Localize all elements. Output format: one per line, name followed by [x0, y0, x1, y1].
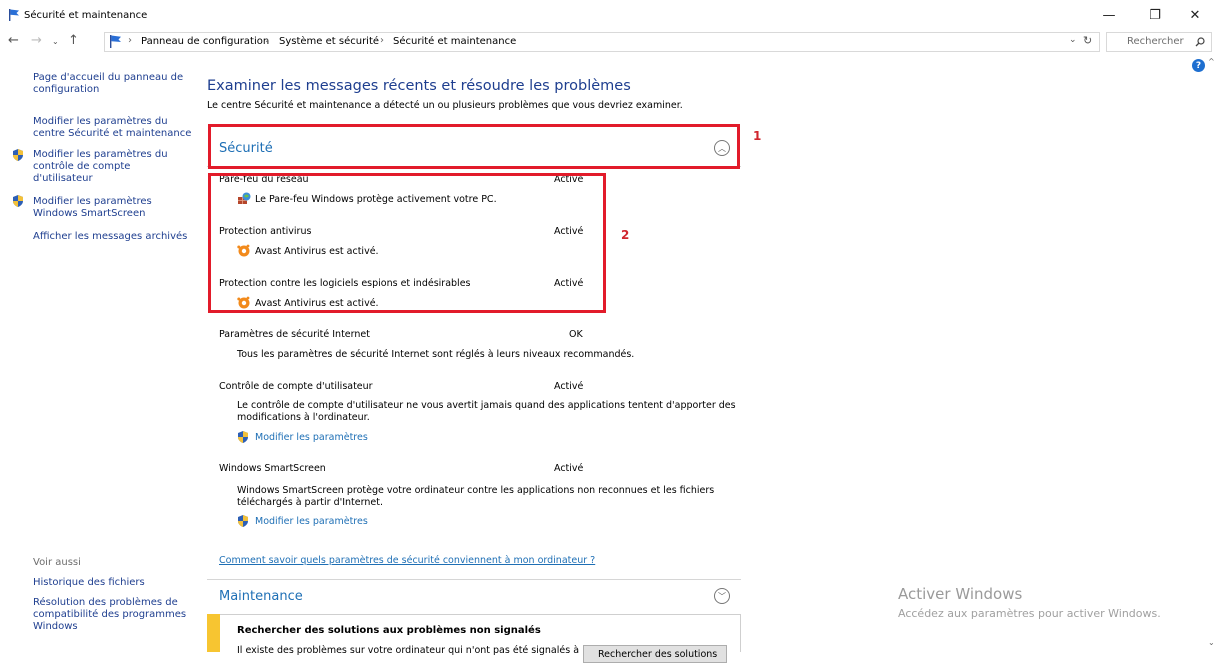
refresh-icon[interactable]: ↻	[1083, 34, 1092, 47]
uac-label: Contrôle de compte d'utilisateur	[219, 381, 373, 392]
breadcrumb-separator-icon: ›	[128, 35, 132, 46]
page-title: Examiner les messages récents et résoudr…	[207, 78, 631, 94]
smartscreen-description: téléchargés à partir d'Internet.	[237, 497, 383, 508]
internet-security-status: OK	[569, 329, 583, 340]
section-divider	[207, 579, 741, 580]
help-icon[interactable]: ?	[1192, 59, 1205, 72]
annotation-box-1	[208, 124, 740, 169]
maintenance-alert-text: Il existe des problèmes sur votre ordina…	[237, 645, 580, 656]
search-solutions-button[interactable]: Rechercher des solutions	[583, 645, 727, 663]
breadcrumb-separator-icon: ›	[380, 35, 384, 46]
maximize-button[interactable]: ❐	[1140, 4, 1170, 26]
close-icon: ✕	[1189, 7, 1201, 23]
scroll-down-icon[interactable]: ⌄	[1208, 638, 1215, 647]
uac-shield-icon	[238, 431, 248, 443]
sidebar-item-label: Résolution des problèmes de	[33, 597, 178, 608]
minimize-icon: —	[1102, 7, 1116, 23]
restore-icon: ❐	[1149, 7, 1161, 23]
sidebar-item-archived-messages[interactable]: Afficher les messages archivés	[33, 231, 187, 243]
breadcrumb-security-maintenance[interactable]: Sécurité et maintenance	[393, 36, 516, 47]
sidebar-link-compatibility-troubleshooter[interactable]: Résolution des problèmes de compatibilit…	[33, 597, 186, 633]
sidebar-item-label: configuration	[33, 84, 100, 95]
breadcrumb-control-panel[interactable]: Panneau de configuration	[141, 36, 269, 47]
smartscreen-description: Windows SmartScreen protège votre ordina…	[237, 485, 715, 496]
sidebar-item-label: Historique des fichiers	[33, 577, 145, 588]
sidebar-item-label: Modifier les paramètres du	[33, 149, 168, 160]
uac-change-settings-link[interactable]: Modifier les paramètres	[255, 432, 368, 443]
activation-watermark-text: Accédez aux paramètres pour activer Wind…	[898, 607, 1161, 620]
scroll-up-icon[interactable]: ^	[1208, 57, 1215, 66]
up-icon[interactable]: ↑	[68, 33, 79, 48]
smartscreen-label: Windows SmartScreen	[219, 463, 326, 474]
sidebar-item-label: d'utilisateur	[33, 173, 93, 184]
breadcrumb-separator-icon: ›	[265, 35, 269, 46]
address-bar[interactable]: › Panneau de configuration › Système et …	[104, 32, 1100, 52]
close-button[interactable]: ✕	[1180, 4, 1210, 26]
uac-shield-icon	[13, 195, 23, 207]
search-icon[interactable]	[1195, 37, 1205, 47]
search-solutions-label: Rechercher des solutions	[598, 649, 718, 660]
flag-icon	[9, 9, 19, 21]
sidebar-item-change-smartscreen-settings[interactable]: Modifier les paramètres Windows SmartScr…	[33, 196, 152, 220]
chevron-down-icon: ﹀	[718, 591, 726, 601]
see-also-heading: Voir aussi	[33, 557, 81, 568]
smartscreen-status: Activé	[554, 463, 584, 474]
page-description: Le centre Sécurité et maintenance a déte…	[207, 100, 683, 111]
annotation-label-1: 1	[753, 129, 762, 143]
sidebar-item-change-security-settings[interactable]: Modifier les paramètres du centre Sécuri…	[33, 116, 191, 140]
uac-shield-icon	[13, 149, 23, 161]
window-title: Sécurité et maintenance	[24, 10, 148, 21]
sidebar-item-label: Windows	[33, 621, 78, 632]
uac-description: Le contrôle de compte d'utilisateur ne v…	[237, 400, 736, 411]
sidebar-item-control-panel-home[interactable]: Page d'accueil du panneau de configurati…	[33, 72, 183, 96]
flag-icon	[110, 35, 121, 48]
search-placeholder: Rechercher	[1127, 36, 1184, 47]
smartscreen-change-settings-link[interactable]: Modifier les paramètres	[255, 516, 368, 527]
sidebar-item-label: compatibilité des programmes	[33, 609, 187, 620]
sidebar-item-change-uac-settings[interactable]: Modifier les paramètres du contrôle de c…	[33, 149, 168, 185]
minimize-button[interactable]: —	[1094, 4, 1124, 26]
title-bar: Sécurité et maintenance — ❐ ✕	[0, 0, 1216, 30]
sidebar-item-label: Windows SmartScreen	[33, 208, 146, 219]
sidebar-item-label: contrôle de compte	[33, 161, 131, 172]
annotation-label-2: 2	[621, 228, 630, 242]
forward-icon[interactable]: →	[31, 33, 42, 48]
recent-chevron-down-icon[interactable]: ⌄	[52, 37, 59, 46]
warning-stripe	[207, 614, 220, 652]
sidebar-item-label: Page d'accueil du panneau de	[33, 72, 184, 83]
sidebar-item-label: Modifier les paramètres du	[33, 116, 168, 127]
sidebar-item-label: Modifier les paramètres	[33, 196, 152, 207]
sidebar-link-file-history[interactable]: Historique des fichiers	[33, 577, 145, 589]
uac-description: modifications à l'ordinateur.	[237, 412, 370, 423]
internet-security-description: Tous les paramètres de sécurité Internet…	[237, 349, 635, 360]
uac-status: Activé	[554, 381, 584, 392]
breadcrumb-system-security[interactable]: Système et sécurité	[279, 36, 379, 47]
maintenance-section-title[interactable]: Maintenance	[219, 589, 303, 604]
sidebar-item-label: Afficher les messages archivés	[33, 231, 188, 242]
uac-shield-icon	[238, 515, 248, 527]
expand-maintenance-button[interactable]: ﹀	[714, 588, 730, 604]
back-icon[interactable]: ←	[8, 33, 19, 48]
activation-watermark-title: Activer Windows	[898, 585, 1023, 603]
security-help-link[interactable]: Comment savoir quels paramètres de sécur…	[219, 555, 595, 566]
maintenance-alert-title: Rechercher des solutions aux problèmes n…	[237, 625, 541, 636]
internet-security-label: Paramètres de sécurité Internet	[219, 329, 370, 340]
address-history-chevron-icon[interactable]: ⌄	[1069, 35, 1077, 45]
search-box[interactable]: Rechercher	[1106, 32, 1212, 52]
sidebar-item-label: centre Sécurité et maintenance	[33, 128, 192, 139]
annotation-box-2	[208, 173, 606, 313]
